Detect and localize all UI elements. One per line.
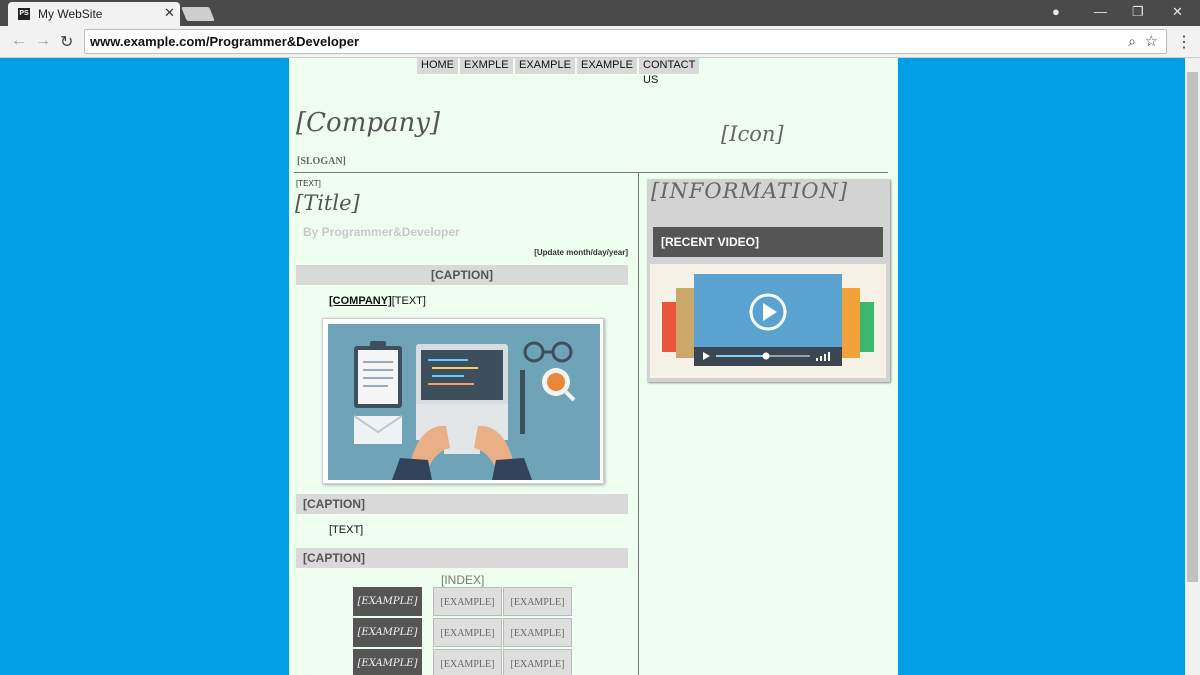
company-text: [TEXT]	[391, 295, 426, 307]
minimize-button[interactable]: —	[1094, 4, 1107, 19]
zoom-icon[interactable]: ⌕	[1128, 33, 1136, 50]
browser-toolbar: ← → ↻ www.example.com/Programmer&Develop…	[0, 26, 1200, 58]
table-cell[interactable]: [EXAMPLE]	[503, 618, 572, 647]
article-byline: By Programmer&Developer	[303, 225, 460, 239]
forward-arrow-icon[interactable]: →	[35, 32, 51, 50]
company-text-line: [COMPANY][TEXT]	[329, 295, 426, 307]
nav-item-home[interactable]: HOME	[417, 58, 458, 74]
company-logo-text: [Company]	[296, 108, 441, 138]
back-arrow-icon[interactable]: ←	[11, 32, 27, 50]
table-cell[interactable]: [EXAMPLE]	[503, 587, 572, 616]
caption-bar-2: [CAPTION]	[296, 494, 628, 514]
update-date: [Update month/day/year]	[534, 248, 628, 257]
index-label: [INDEX]	[441, 573, 485, 587]
web-page: HOME EXMPLE EXAMPLE EXAMPLE CONTACT US […	[289, 58, 898, 675]
table-cell[interactable]: [EXAMPLE]	[433, 649, 502, 675]
programmer-illustration	[322, 318, 604, 484]
table-cell[interactable]: [EXAMPLE]	[353, 649, 422, 675]
video-player-icon	[662, 274, 874, 366]
caption-bar-3: [CAPTION]	[296, 548, 628, 568]
new-tab-button[interactable]	[181, 7, 215, 21]
menu-dots-icon[interactable]: ⋮	[1176, 32, 1192, 52]
nav-item-contact[interactable]: CONTACT US	[639, 58, 700, 86]
header-divider	[294, 172, 888, 173]
table-cell[interactable]: [EXAMPLE]	[353, 587, 422, 616]
bookmark-star-icon[interactable]: ☆	[1145, 32, 1158, 50]
nav-item-example-2[interactable]: EXAMPLE	[577, 58, 637, 74]
column-divider	[638, 172, 639, 675]
information-title: [INFORMATION]	[651, 179, 849, 203]
slogan: [SLOGAN]	[297, 156, 346, 167]
company-link[interactable]: [COMPANY]	[329, 295, 392, 307]
tab-bar: PS My WebSite ✕ ● — ❐ ✕	[0, 0, 1200, 26]
tab-title: My WebSite	[38, 7, 103, 21]
tab-close-icon[interactable]: ✕	[164, 5, 175, 21]
article-title: [Title]	[295, 191, 360, 215]
url-text: www.example.com/Programmer&Developer	[90, 34, 360, 49]
body-text: [TEXT]	[329, 524, 364, 536]
scrollbar-thumb[interactable]	[1187, 72, 1198, 582]
workspace-illustration-icon	[328, 324, 600, 480]
information-box: [INFORMATION] [RECENT VIDEO]	[647, 179, 890, 382]
table-cell[interactable]: [EXAMPLE]	[433, 587, 502, 616]
reload-icon[interactable]: ↻	[60, 32, 73, 52]
small-text: [TEXT]	[296, 179, 321, 188]
maximize-button[interactable]: ❐	[1132, 4, 1144, 20]
favicon-icon: PS	[18, 8, 30, 20]
table-cell[interactable]: [EXAMPLE]	[503, 649, 572, 675]
scrollbar[interactable]	[1185, 58, 1200, 675]
video-thumbnail[interactable]	[650, 264, 886, 378]
recent-video-header: [RECENT VIDEO]	[653, 227, 883, 257]
profile-icon[interactable]: ●	[1052, 4, 1060, 19]
nav-item-example-1[interactable]: EXAMPLE	[515, 58, 575, 74]
icon-placeholder: [Icon]	[721, 122, 784, 146]
close-window-button[interactable]: ✕	[1172, 4, 1183, 20]
address-bar[interactable]: www.example.com/Programmer&Developer ⌕ ☆	[84, 29, 1167, 54]
caption-bar-1: [CAPTION]	[296, 265, 628, 285]
table-cell[interactable]: [EXAMPLE]	[433, 618, 502, 647]
table-cell[interactable]: [EXAMPLE]	[353, 618, 422, 647]
browser-tab[interactable]: PS My WebSite ✕	[8, 2, 180, 26]
nav-item-exmple[interactable]: EXMPLE	[460, 58, 513, 74]
